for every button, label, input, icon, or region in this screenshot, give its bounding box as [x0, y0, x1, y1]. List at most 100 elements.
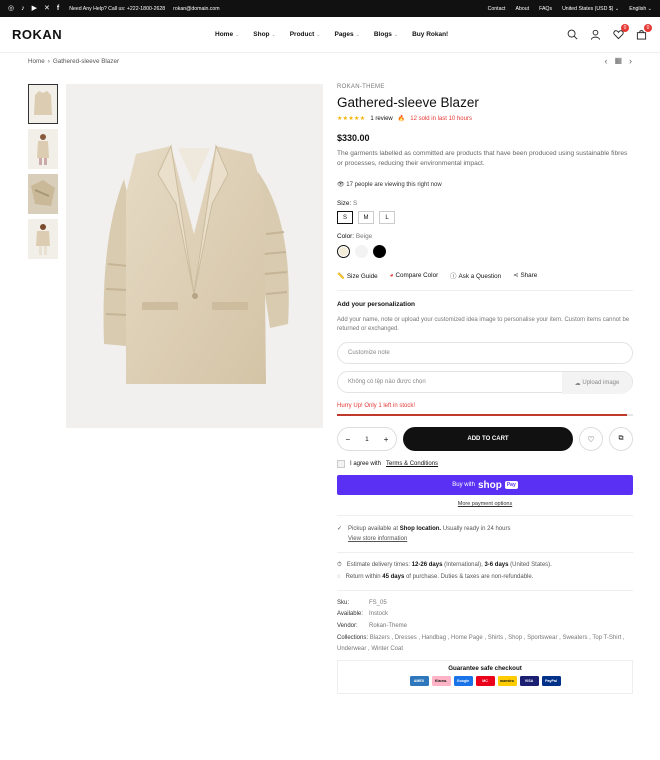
- cart-icon[interactable]: 0: [635, 24, 652, 41]
- thumbnail-1[interactable]: [28, 84, 58, 124]
- next-product-icon[interactable]: ›: [629, 56, 632, 66]
- email-link[interactable]: rokan@domain.com: [173, 6, 220, 12]
- product-info: ROKAN-THEME Gathered-sleeve Blazer ★★★★★…: [337, 84, 633, 695]
- payment-card-amex: AMEX: [409, 676, 429, 687]
- collections-links[interactable]: Blazers , Dresses , Handbag , Home Page …: [337, 635, 625, 652]
- nav-blogs[interactable]: Blogs ⌄: [374, 31, 398, 38]
- nav-home[interactable]: Home ⌄: [215, 31, 239, 38]
- heart-icon: ♡: [587, 434, 595, 444]
- color-swatch-beige[interactable]: [337, 245, 350, 259]
- add-to-cart-button[interactable]: ADD TO CART: [403, 427, 573, 452]
- safe-checkout: Guarantee safe checkout AMEX Klarna. Googl…: [337, 660, 633, 695]
- divider: [337, 551, 633, 553]
- compare-color-link[interactable]: ◕ Compare Color: [390, 272, 439, 279]
- view-store-link[interactable]: View store information: [348, 536, 407, 542]
- main-nav: Home ⌄ Shop ⌄ Product ⌄ Pages ⌄ Blogs ⌄ Buy R…: [215, 31, 448, 38]
- search-icon[interactable]: [566, 28, 579, 41]
- size-option-s[interactable]: S: [337, 211, 353, 225]
- blazer-illustration: [103, 144, 289, 384]
- nav-product[interactable]: Product ⌄: [290, 31, 321, 38]
- more-payment-link[interactable]: More payment options: [337, 501, 633, 507]
- share-link[interactable]: ⋖ Share: [513, 272, 537, 279]
- ask-question-link[interactable]: ⓘ Ask a Question: [450, 271, 501, 280]
- color-wheel-icon: ◕: [389, 272, 394, 280]
- color-swatch-white[interactable]: [355, 245, 368, 259]
- return-policy: ◌ Return within 45 days of purchase. Dut…: [337, 573, 534, 580]
- grid-icon[interactable]: ▦: [614, 56, 622, 66]
- pay-badge: Pay: [504, 481, 518, 490]
- size-option-l[interactable]: L: [379, 211, 395, 225]
- upload-image-button[interactable]: ☁ Upload image: [562, 372, 632, 395]
- customize-note-input[interactable]: Customize note: [337, 342, 633, 365]
- divider: [337, 290, 633, 292]
- main-product-image[interactable]: [66, 84, 323, 428]
- facebook-icon[interactable]: f: [57, 5, 59, 12]
- size-option-m[interactable]: M: [358, 211, 374, 225]
- account-icon[interactable]: [589, 28, 602, 41]
- site-header: ROKAN Home ⌄ Shop ⌄ Product ⌄ Pages ⌄ Blogs ⌄…: [0, 17, 660, 53]
- x-icon[interactable]: ✕: [44, 5, 50, 12]
- chevron-down-icon: ⌄: [235, 32, 240, 38]
- instagram-icon[interactable]: ◎: [8, 5, 14, 12]
- upload-field[interactable]: Không có tệp nào được chọn ☁ Upload imag…: [337, 371, 633, 395]
- quantity-value[interactable]: 1: [365, 436, 369, 443]
- product-meta: ★★★★★ 1 review 🔥 12 sold in last 10 hour…: [337, 115, 633, 123]
- language-select[interactable]: English ⌄: [629, 6, 652, 12]
- payment-card-google: Google: [453, 676, 473, 687]
- thumbnail-2[interactable]: [28, 129, 58, 169]
- logo[interactable]: ROKAN: [12, 27, 62, 42]
- thumbnail-4[interactable]: [28, 219, 58, 259]
- product-vendor[interactable]: ROKAN-THEME: [337, 84, 633, 90]
- fire-icon: 🔥: [397, 116, 406, 122]
- vendor-row: Vendor: Rokan-Theme: [337, 623, 408, 629]
- rating-stars: ★★★★★: [337, 116, 366, 122]
- nav-pages[interactable]: Pages ⌄: [334, 31, 359, 38]
- breadcrumb-home[interactable]: Home: [28, 58, 45, 65]
- shop-logo: shop: [477, 479, 502, 491]
- color-label: Color: Beige: [337, 233, 373, 241]
- compare-button[interactable]: ⧉: [609, 427, 633, 452]
- size-guide-link[interactable]: 📏 Size Guide: [337, 272, 378, 280]
- wishlist-button[interactable]: ♡: [579, 427, 603, 452]
- chevron-down-icon: ⌄: [271, 32, 276, 38]
- wishlist-icon[interactable]: 0: [612, 24, 629, 41]
- nav-buy-rokan[interactable]: Buy Rokan!: [412, 31, 448, 38]
- terms-link[interactable]: Terms & Conditions: [386, 461, 438, 467]
- chevron-down-icon: ⌄: [355, 32, 360, 38]
- personalization-note: Add your name, note or upload your custo…: [337, 317, 630, 333]
- add-to-cart-row: − 1 + ADD TO CART ♡ ⧉: [337, 427, 633, 452]
- tiktok-icon[interactable]: ♪: [21, 5, 25, 12]
- plus-icon[interactable]: +: [384, 435, 389, 444]
- breadcrumb-current: Gathered-sleeve Blazer: [52, 58, 120, 65]
- cloud-upload-icon: ☁: [574, 380, 581, 387]
- safe-checkout-title: Guarantee safe checkout: [448, 665, 522, 673]
- youtube-icon[interactable]: ▶: [32, 5, 37, 12]
- contact-link[interactable]: Contact: [488, 6, 506, 12]
- collections-row: Collections: Blazers , Dresses , Handbag…: [337, 634, 625, 653]
- shop-pay-button[interactable]: Buy with shop Pay: [337, 475, 633, 496]
- chevron-right-icon: ›: [47, 58, 50, 65]
- pickup-ready: Usually ready in 24 hours: [442, 526, 511, 533]
- color-options: [337, 245, 633, 259]
- share-icon: ⋖: [513, 272, 519, 280]
- currency-select[interactable]: United States (USD $) ⌄: [562, 6, 619, 12]
- stock-notice: Hurry Up! Only 1 left in stock!: [337, 403, 416, 410]
- compare-icon: ⧉: [618, 435, 624, 443]
- quantity-stepper: − 1 +: [337, 427, 397, 452]
- payment-card-maestro: maestro: [497, 676, 517, 687]
- sold-count: 12 sold in last 10 hours: [410, 115, 472, 122]
- cart-count-badge: 0: [644, 24, 652, 32]
- faqs-link[interactable]: FAQs: [539, 6, 552, 12]
- stock-progress: [337, 414, 633, 417]
- about-link[interactable]: About: [516, 6, 530, 12]
- product-description: The garments labelled as committed are p…: [337, 150, 628, 168]
- thumbnail-3[interactable]: [28, 174, 58, 214]
- color-swatch-black[interactable]: [373, 245, 386, 259]
- minus-icon[interactable]: −: [346, 435, 351, 444]
- thumbnail-list: [28, 84, 58, 264]
- review-count[interactable]: 1 review: [370, 116, 392, 122]
- prev-product-icon[interactable]: ‹: [604, 56, 607, 66]
- header-icons: 0 0: [566, 24, 652, 41]
- terms-checkbox[interactable]: [337, 460, 345, 469]
- nav-shop[interactable]: Shop ⌄: [253, 31, 275, 38]
